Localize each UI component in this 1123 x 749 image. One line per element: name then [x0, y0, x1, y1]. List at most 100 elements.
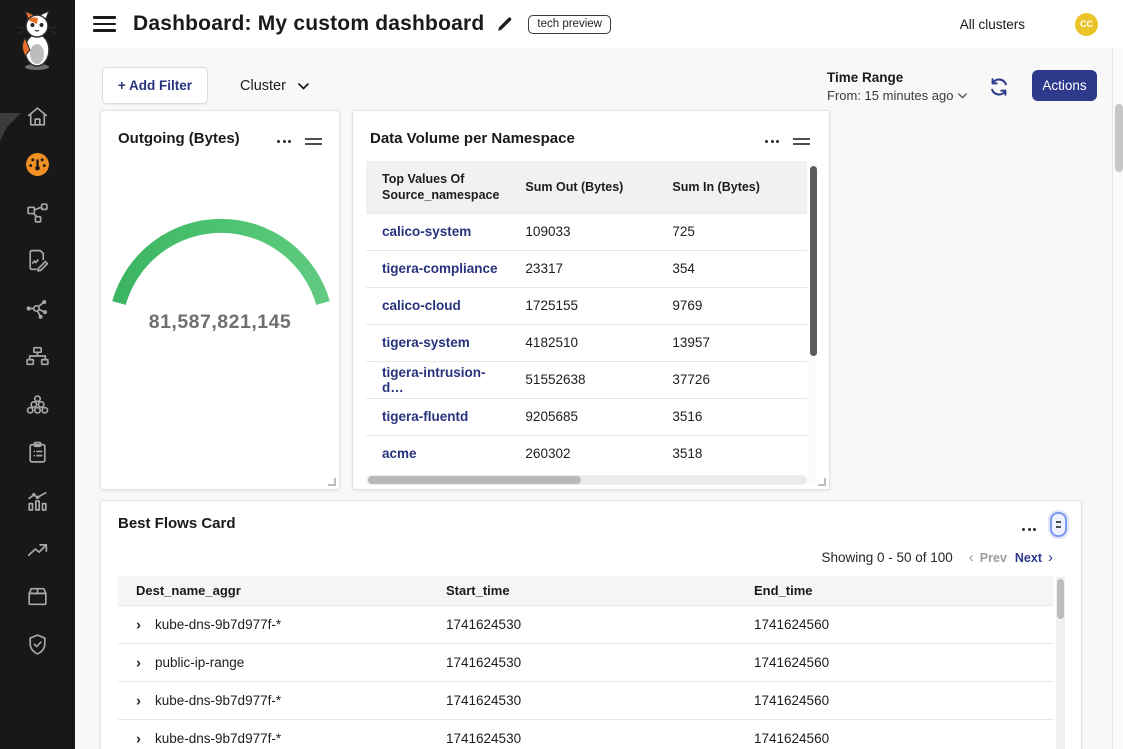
- sidebar-item-statistics[interactable]: [0, 476, 75, 524]
- data-volume-table: Top Values Of Source_namespace Sum Out (…: [366, 161, 807, 472]
- sidebar-item-logs-report[interactable]: [0, 236, 75, 284]
- time-range-control: Time Range From: 15 minutes ago: [827, 70, 967, 103]
- start-time-cell: 1741624530: [436, 644, 744, 682]
- calico-cat-logo[interactable]: [16, 10, 58, 72]
- table-row: calico-system 109033 725: [366, 213, 807, 250]
- pagination: Showing 0 - 50 of 100 ‹ Prev Next ›: [821, 550, 1055, 565]
- sum-out-cell: 9205685: [509, 398, 656, 435]
- sum-in-cell: 3516: [656, 398, 807, 435]
- sidebar-item-home[interactable]: [0, 92, 75, 140]
- cluster-filter-dropdown[interactable]: Cluster: [240, 76, 309, 96]
- table-vertical-scrollbar[interactable]: [809, 162, 817, 482]
- best-flows-card: Best Flows Card Showing 0 - 50 of 100 ‹ …: [100, 500, 1082, 749]
- column-header-sum-out[interactable]: Sum Out (Bytes): [509, 161, 656, 213]
- end-time-cell: 1741624560: [744, 682, 1054, 720]
- next-page-button[interactable]: Next: [1015, 551, 1042, 565]
- prev-page-chevron-icon[interactable]: ‹: [967, 550, 976, 565]
- namespace-link[interactable]: acme: [382, 446, 417, 461]
- expand-row-chevron-icon[interactable]: ›: [136, 693, 141, 710]
- namespace-link[interactable]: tigera-intrusion-d…: [382, 365, 486, 395]
- sum-out-cell: 23317: [509, 250, 656, 287]
- network-tree-icon: [25, 344, 50, 369]
- card-options-icon[interactable]: [277, 136, 291, 147]
- shield-check-icon: [25, 632, 50, 657]
- column-header-dest-name[interactable]: Dest_name_aggr: [118, 576, 436, 606]
- expand-row-chevron-icon[interactable]: ›: [136, 617, 141, 634]
- sidebar-item-policies[interactable]: [0, 428, 75, 476]
- table-vertical-scrollbar[interactable]: [1056, 577, 1065, 749]
- sum-out-cell: 1725155: [509, 287, 656, 324]
- dashboard-gauge-icon: [25, 152, 50, 177]
- card-resize-handle[interactable]: [328, 478, 336, 486]
- user-avatar[interactable]: CC: [1075, 13, 1098, 36]
- sidebar-item-workloads[interactable]: [0, 572, 75, 620]
- table-row: tigera-intrusion-d… 51552638 37726: [366, 361, 807, 398]
- column-header-source-namespace[interactable]: Top Values Of Source_namespace: [366, 161, 509, 213]
- table-row: › public-ip-range 1741624530 1741624560: [118, 644, 1054, 682]
- outgoing-bytes-card: Outgoing (Bytes) 81,587,821,145: [100, 110, 340, 490]
- dest-name-cell: kube-dns-9b7d977f-*: [155, 693, 281, 708]
- add-filter-button[interactable]: + Add Filter: [102, 67, 208, 104]
- menu-hamburger-icon[interactable]: [93, 16, 116, 32]
- edit-dashboard-button[interactable]: [496, 15, 514, 33]
- actions-button[interactable]: Actions: [1032, 70, 1097, 101]
- card-resize-handle[interactable]: [818, 478, 826, 486]
- time-range-value-dropdown[interactable]: From: 15 minutes ago: [827, 88, 967, 103]
- column-header-end-time[interactable]: End_time: [744, 576, 1054, 606]
- namespace-link[interactable]: calico-system: [382, 224, 471, 239]
- namespace-link[interactable]: tigera-system: [382, 335, 470, 350]
- sum-in-cell: 3518: [656, 435, 807, 472]
- table-row: acme 260302 3518: [366, 435, 807, 472]
- sidebar-item-security[interactable]: [0, 620, 75, 668]
- page-scrollbar[interactable]: [1112, 48, 1123, 749]
- end-time-cell: 1741624560: [744, 606, 1054, 644]
- trend-arrow-icon: [25, 536, 50, 561]
- column-header-sum-in[interactable]: Sum In (Bytes): [656, 161, 807, 213]
- sum-in-cell: 725: [656, 213, 807, 250]
- start-time-cell: 1741624530: [436, 720, 744, 749]
- app-root: Dashboard: My custom dashboard tech prev…: [0, 0, 1123, 749]
- expand-row-chevron-icon[interactable]: ›: [136, 655, 141, 672]
- sum-out-cell: 51552638: [509, 361, 656, 398]
- chevron-down-icon: [958, 93, 967, 99]
- tech-preview-badge: tech preview: [528, 15, 611, 34]
- namespace-link[interactable]: calico-cloud: [382, 298, 461, 313]
- table-header-row: Dest_name_aggr Start_time End_time: [118, 576, 1054, 606]
- refresh-button[interactable]: [988, 76, 1010, 98]
- sidebar-item-threat-graph[interactable]: [0, 284, 75, 332]
- end-time-cell: 1741624560: [744, 720, 1054, 749]
- sidebar-item-service-graph[interactable]: [0, 188, 75, 236]
- card-options-icon[interactable]: [765, 136, 779, 147]
- end-time-cell: 1741624560: [744, 644, 1054, 682]
- sidebar-item-clusters[interactable]: [0, 380, 75, 428]
- card-drag-handle-icon[interactable]: [793, 135, 810, 148]
- start-time-cell: 1741624530: [436, 606, 744, 644]
- namespace-link[interactable]: tigera-compliance: [382, 261, 498, 276]
- service-graph-icon: [25, 200, 50, 225]
- table-horizontal-scrollbar[interactable]: [366, 475, 807, 485]
- table-header-row: Top Values Of Source_namespace Sum Out (…: [366, 161, 807, 213]
- card-title: Best Flows Card: [118, 515, 236, 532]
- card-drag-handle-icon-focused[interactable]: [1050, 512, 1067, 537]
- table-row: tigera-compliance 23317 354: [366, 250, 807, 287]
- namespace-link[interactable]: tigera-fluentd: [382, 409, 468, 424]
- cluster-scope-selector[interactable]: All clusters: [960, 17, 1025, 32]
- graph-nodes-icon: [25, 296, 50, 321]
- card-drag-handle-icon[interactable]: [305, 135, 322, 148]
- column-header-start-time[interactable]: Start_time: [436, 576, 744, 606]
- table-row: ›kube-dns-9b7d977f-* 1741624530 17416245…: [118, 606, 1054, 644]
- sum-in-cell: 13957: [656, 324, 807, 361]
- card-options-icon[interactable]: [1022, 524, 1036, 535]
- sidebar-item-network-topology[interactable]: [0, 332, 75, 380]
- table-row: ›kube-dns-9b7d977f-* 1741624530 17416245…: [118, 682, 1054, 720]
- dest-name-cell: public-ip-range: [155, 655, 244, 670]
- cluster-filter-label: Cluster: [240, 78, 286, 94]
- expand-row-chevron-icon[interactable]: ›: [136, 731, 141, 748]
- data-volume-card: Data Volume per Namespace Top Values Of …: [352, 110, 830, 490]
- sidebar-item-trends[interactable]: [0, 524, 75, 572]
- prev-page-button[interactable]: Prev: [980, 551, 1007, 565]
- table-row: tigera-fluentd 9205685 3516: [366, 398, 807, 435]
- sidebar-item-dashboards[interactable]: [0, 140, 75, 188]
- next-page-chevron-icon[interactable]: ›: [1046, 550, 1055, 565]
- gauge-chart: [110, 204, 332, 308]
